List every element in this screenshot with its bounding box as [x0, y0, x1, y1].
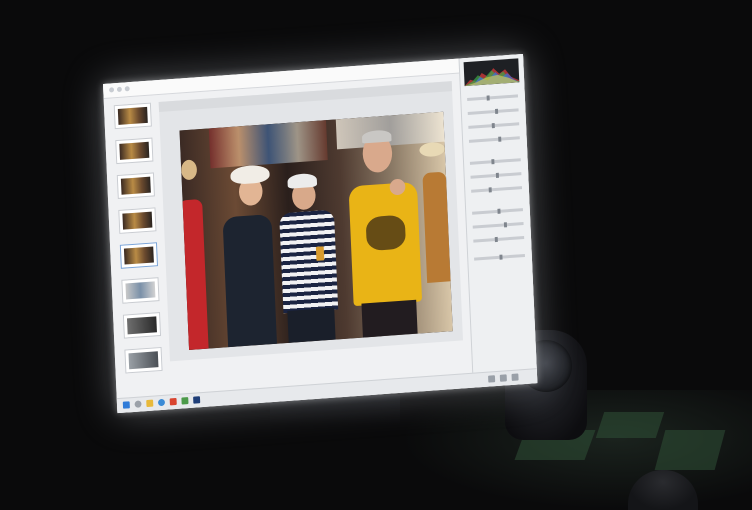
window-control-icon[interactable]: [124, 86, 130, 92]
person-background: [422, 171, 451, 283]
adjustment-slider[interactable]: [472, 222, 524, 229]
hanging-clothes: [208, 120, 328, 169]
adjustment-slider[interactable]: [467, 94, 519, 101]
image-canvas[interactable]: [158, 81, 464, 362]
filmstrip-thumbnail[interactable]: [124, 346, 163, 374]
filmstrip-thumbnail[interactable]: [118, 207, 157, 234]
window-control-icon[interactable]: [116, 86, 122, 92]
window-control-icon[interactable]: [109, 87, 115, 93]
filmstrip-thumbnail[interactable]: [121, 277, 160, 304]
windows-icon[interactable]: [122, 401, 130, 409]
tray-icon: [511, 373, 519, 381]
shirt-graphic: [365, 214, 407, 252]
histogram: [463, 58, 520, 87]
adjustment-slider[interactable]: [473, 236, 525, 243]
edited-photo: [179, 111, 453, 350]
photo-editor-window: [103, 53, 538, 414]
browser-icon[interactable]: [157, 398, 166, 407]
filmstrip-thumbnail[interactable]: [116, 172, 155, 200]
filmstrip: [112, 102, 164, 374]
folder-icon[interactable]: [146, 399, 154, 408]
adjustment-slider[interactable]: [474, 253, 525, 261]
adjustment-slider[interactable]: [468, 136, 520, 143]
adjustment-slider[interactable]: [472, 208, 523, 215]
app-icon[interactable]: [181, 397, 189, 405]
person-navy-dress: [222, 214, 277, 348]
filmstrip-thumbnail[interactable]: [122, 312, 162, 339]
filmstrip-thumbnail-selected[interactable]: [119, 242, 158, 269]
filmstrip-thumbnail[interactable]: [115, 137, 154, 165]
person-pants: [361, 299, 418, 338]
adjustment-slider[interactable]: [469, 158, 521, 165]
search-icon[interactable]: [134, 400, 142, 408]
adjustment-slider[interactable]: [468, 122, 520, 129]
photo-scene: [0, 0, 752, 510]
photo-app-icon[interactable]: [193, 396, 201, 404]
sticky-note: [595, 412, 665, 438]
adjustment-slider[interactable]: [471, 186, 523, 193]
baseball-cap: [287, 172, 318, 189]
person-striped-shirt: [279, 209, 339, 314]
filmstrip-thumbnail[interactable]: [113, 102, 152, 130]
sticky-note: [654, 430, 726, 470]
adjustment-slider[interactable]: [470, 172, 522, 179]
grey-hair: [361, 129, 392, 144]
adjustments-panel: [458, 53, 538, 388]
beer-glass: [315, 246, 325, 261]
adjustment-slider[interactable]: [467, 108, 519, 115]
histogram-graph: [464, 68, 520, 87]
tray-icon: [488, 375, 496, 383]
app-icon[interactable]: [169, 397, 177, 406]
tray-icon: [499, 374, 507, 382]
monitor-screen: [103, 53, 538, 414]
person-pants: [287, 307, 336, 343]
